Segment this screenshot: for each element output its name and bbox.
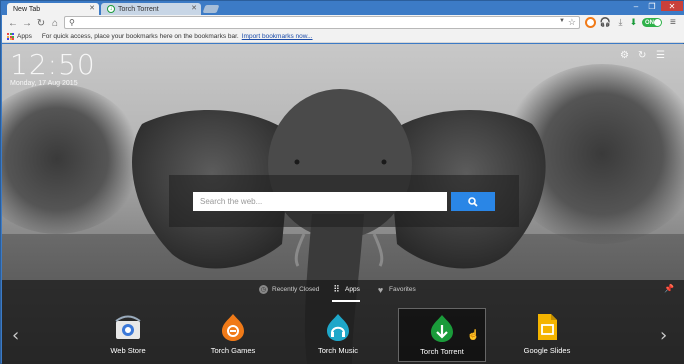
bookmarks-prompt: For quick access, place your bookmarks h…	[41, 33, 239, 40]
back-icon[interactable]: ←	[6, 16, 20, 30]
hamburger-menu-icon[interactable]: ☰	[656, 50, 665, 61]
window-close-icon[interactable]: ✕	[661, 1, 683, 11]
torch-games-icon	[218, 312, 248, 342]
apps-dock: ◷ Recently Closed ⠿ Apps ♥ Favorites 📌 ‹…	[2, 280, 684, 364]
prev-arrow-icon[interactable]: ‹	[12, 325, 19, 346]
home-icon[interactable]: ⌂	[48, 16, 62, 30]
maximize-icon[interactable]: ❐	[645, 1, 659, 11]
tab-label: Favorites	[389, 286, 416, 293]
toolbar: ← → ↻ ⌂ ⚲ ▼ ☆ 🎧 ⤓ ⬇ ON ≡	[2, 15, 684, 31]
active-tab-indicator	[332, 300, 360, 302]
torch-extension-icon[interactable]	[585, 17, 596, 28]
clock-time: 12:50	[10, 48, 96, 81]
menu-icon[interactable]: ≡	[670, 17, 676, 28]
torch-torrent-icon: ↓	[107, 5, 115, 13]
clock-icon: ◷	[259, 285, 268, 294]
tab-recently-closed[interactable]: ◷ Recently Closed	[259, 285, 319, 294]
tab-favorites[interactable]: ♥ Favorites	[376, 284, 416, 295]
settings-icon[interactable]: ⚙	[620, 50, 629, 61]
new-tab-button[interactable]	[202, 5, 220, 13]
tab-label: New Tab	[13, 5, 41, 13]
clock-date: Monday, 17 Aug 2015	[10, 80, 78, 87]
dock-tabs: ◷ Recently Closed ⠿ Apps ♥ Favorites 📌	[2, 280, 684, 302]
minimize-icon[interactable]: –	[629, 1, 643, 11]
search-icon: ⚲	[69, 18, 75, 27]
search-input[interactable]: Search the web...	[193, 192, 447, 211]
apps-grid-icon	[7, 33, 14, 40]
reload-icon[interactable]: ↻	[34, 16, 48, 30]
search-button[interactable]	[451, 192, 495, 211]
app-label: Web Store	[110, 346, 146, 355]
app-torch-music[interactable]: Torch Music	[298, 308, 378, 362]
torch-torrent-icon	[427, 313, 457, 343]
bookmarks-bar: Apps For quick access, place your bookma…	[2, 31, 684, 43]
app-label: Google Slides	[523, 346, 571, 355]
app-web-store[interactable]: Web Store	[88, 308, 168, 362]
refresh-background-icon[interactable]: ↻	[638, 50, 646, 61]
pin-icon[interactable]: 📌	[664, 284, 674, 293]
headphones-icon[interactable]: 🎧	[600, 17, 611, 28]
tab-label: Torch Torrent	[118, 5, 159, 13]
google-slides-icon	[532, 312, 562, 342]
forward-icon[interactable]: →	[20, 16, 34, 30]
torch-toggle[interactable]: ON	[642, 18, 662, 27]
torch-music-icon	[323, 312, 353, 342]
tab-apps[interactable]: ⠿ Apps	[332, 284, 360, 294]
tab-strip: New Tab ✕ ↓ Torch Torrent ✕ – ❐ ✕	[1, 1, 684, 15]
close-icon[interactable]: ✕	[191, 4, 197, 12]
apps-grid-icon: ⠿	[333, 284, 340, 294]
import-bookmarks-link[interactable]: Import bookmarks now...	[242, 33, 313, 40]
web-store-icon	[113, 312, 143, 342]
torrent-icon[interactable]: ⬇	[628, 17, 639, 28]
tab-torch-torrent[interactable]: ↓ Torch Torrent ✕	[101, 3, 201, 15]
download-icon[interactable]: ⤓	[615, 17, 626, 28]
search-placeholder: Search the web...	[200, 197, 263, 206]
next-arrow-icon[interactable]: ›	[660, 325, 667, 346]
tab-label: Recently Closed	[272, 286, 320, 293]
caret-down-icon[interactable]: ▼	[559, 18, 565, 24]
heart-icon: ♥	[377, 284, 384, 295]
close-icon[interactable]: ✕	[89, 4, 95, 12]
app-label: Torch Games	[210, 346, 256, 355]
app-google-slides[interactable]: Google Slides	[507, 308, 587, 362]
search-panel: Search the web...	[169, 175, 519, 227]
app-torch-games[interactable]: Torch Games	[193, 308, 273, 362]
mouse-pointer-icon: ☝	[467, 330, 480, 341]
app-label: Torch Music	[317, 346, 358, 355]
app-label: Torch Torrent	[420, 347, 464, 356]
tab-new-tab[interactable]: New Tab ✕	[7, 3, 99, 15]
tab-label: Apps	[345, 286, 360, 293]
address-bar[interactable]: ⚲ ▼ ☆	[64, 16, 580, 29]
apps-shortcut[interactable]: Apps	[17, 33, 32, 40]
new-tab-page: 12:50 Monday, 17 Aug 2015 ⚙ ↻ ☰ Search t…	[2, 44, 684, 364]
browser-window: New Tab ✕ ↓ Torch Torrent ✕ – ❐ ✕ ← → ↻ …	[0, 0, 684, 364]
bookmark-star-icon[interactable]: ☆	[568, 17, 576, 28]
search-icon	[468, 196, 478, 207]
